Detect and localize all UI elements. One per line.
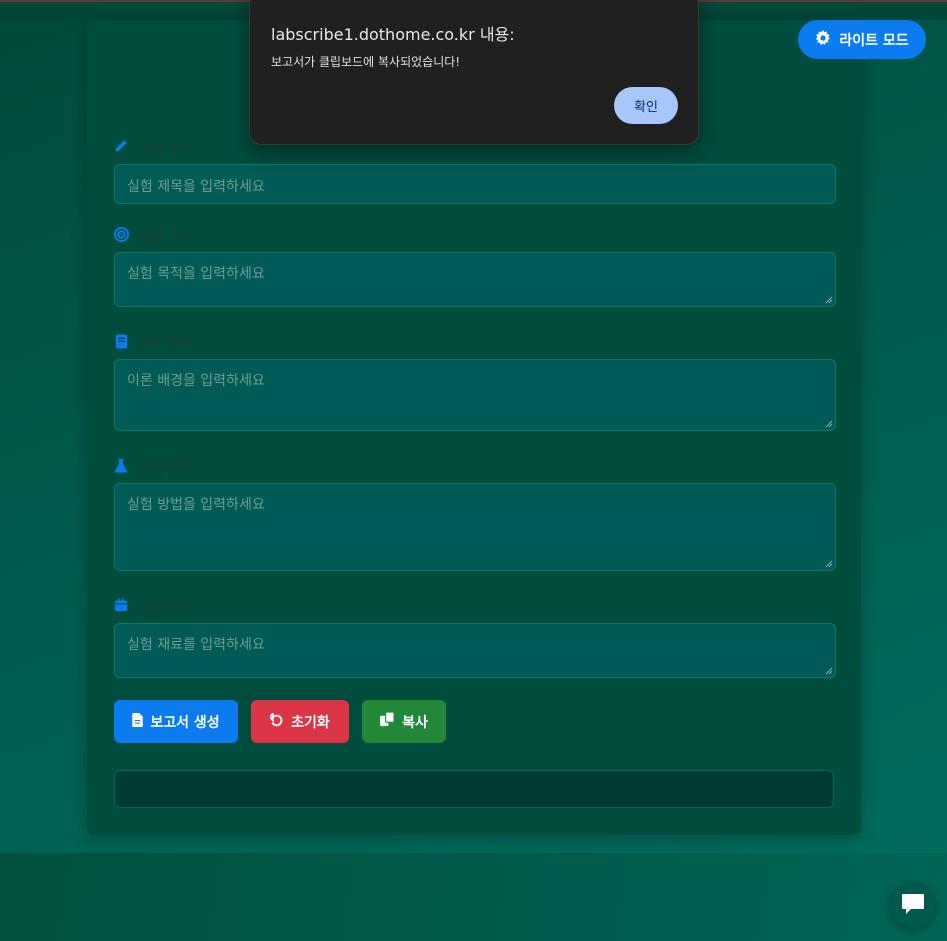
title-input[interactable]: 실험 제목을 입력하세요 bbox=[114, 164, 836, 204]
theory-textarea[interactable]: 이론 배경을 입력하세요 bbox=[114, 359, 836, 431]
alert-ok-button[interactable]: 확인 bbox=[614, 87, 678, 124]
copy-label: 복사 bbox=[402, 714, 428, 731]
pen-icon bbox=[113, 138, 129, 154]
box-icon bbox=[113, 597, 129, 613]
title-input-placeholder: 실험 제목을 입력하세요 bbox=[127, 179, 265, 195]
reset-button[interactable]: 초기화 bbox=[251, 700, 349, 743]
chat-bubble-icon bbox=[901, 893, 925, 919]
book-icon bbox=[113, 333, 129, 349]
generate-report-label: 보고서 생성 bbox=[150, 714, 220, 731]
chat-button[interactable] bbox=[890, 883, 935, 928]
field-label-title: 실험 제목 bbox=[113, 137, 191, 156]
resize-grip-icon[interactable] bbox=[825, 667, 833, 675]
purpose-textarea-placeholder: 실험 목적을 입력하세요 bbox=[127, 266, 265, 282]
resize-grip-icon[interactable] bbox=[825, 560, 833, 568]
method-textarea[interactable]: 실험 방법을 입력하세요 bbox=[114, 483, 836, 571]
theory-textarea-placeholder: 이론 배경을 입력하세요 bbox=[127, 373, 265, 389]
resize-grip-icon[interactable] bbox=[825, 296, 833, 304]
field-label-purpose: 실험 목적 bbox=[113, 225, 191, 244]
method-textarea-placeholder: 실험 방법을 입력하세요 bbox=[127, 497, 265, 513]
file-icon bbox=[132, 712, 144, 731]
copy-button[interactable]: 복사 bbox=[362, 700, 446, 743]
field-label-text: 실험 목적 bbox=[139, 228, 191, 244]
undo-icon bbox=[268, 710, 284, 731]
field-label-method: 실험 방법 bbox=[113, 456, 191, 475]
materials-textarea-placeholder: 실험 재료를 입력하세요 bbox=[127, 637, 265, 653]
reset-label: 초기화 bbox=[291, 714, 330, 731]
alert-dialog: labscribe1.dothome.co.kr 내용: 보고서가 클립보드에 … bbox=[249, 0, 699, 145]
field-label-materials: 실험 재료 bbox=[113, 596, 191, 615]
materials-textarea[interactable]: 실험 재료를 입력하세요 bbox=[114, 623, 836, 678]
field-label-text: 이론 배경 bbox=[139, 335, 191, 351]
resize-grip-icon[interactable] bbox=[825, 420, 833, 428]
page-footer-area bbox=[0, 853, 947, 941]
gear-icon bbox=[815, 29, 831, 50]
purpose-textarea[interactable]: 실험 목적을 입력하세요 bbox=[114, 252, 836, 307]
field-label-theory: 이론 배경 bbox=[113, 332, 191, 351]
field-label-text: 실험 방법 bbox=[139, 459, 191, 475]
report-output-box[interactable] bbox=[114, 770, 834, 808]
light-mode-toggle-button[interactable]: 라이트 모드 bbox=[798, 20, 926, 59]
generate-report-button[interactable]: 보고서 생성 bbox=[114, 700, 238, 743]
flask-icon bbox=[113, 457, 129, 473]
field-label-text: 실험 제목 bbox=[139, 140, 191, 156]
alert-dialog-title: labscribe1.dothome.co.kr 내용: bbox=[271, 25, 515, 44]
light-mode-label: 라이트 모드 bbox=[839, 32, 909, 49]
copy-icon bbox=[380, 711, 395, 731]
target-icon bbox=[113, 226, 129, 242]
alert-dialog-message: 보고서가 클립보드에 복사되었습니다! bbox=[271, 55, 461, 69]
field-label-text: 실험 재료 bbox=[139, 599, 191, 615]
